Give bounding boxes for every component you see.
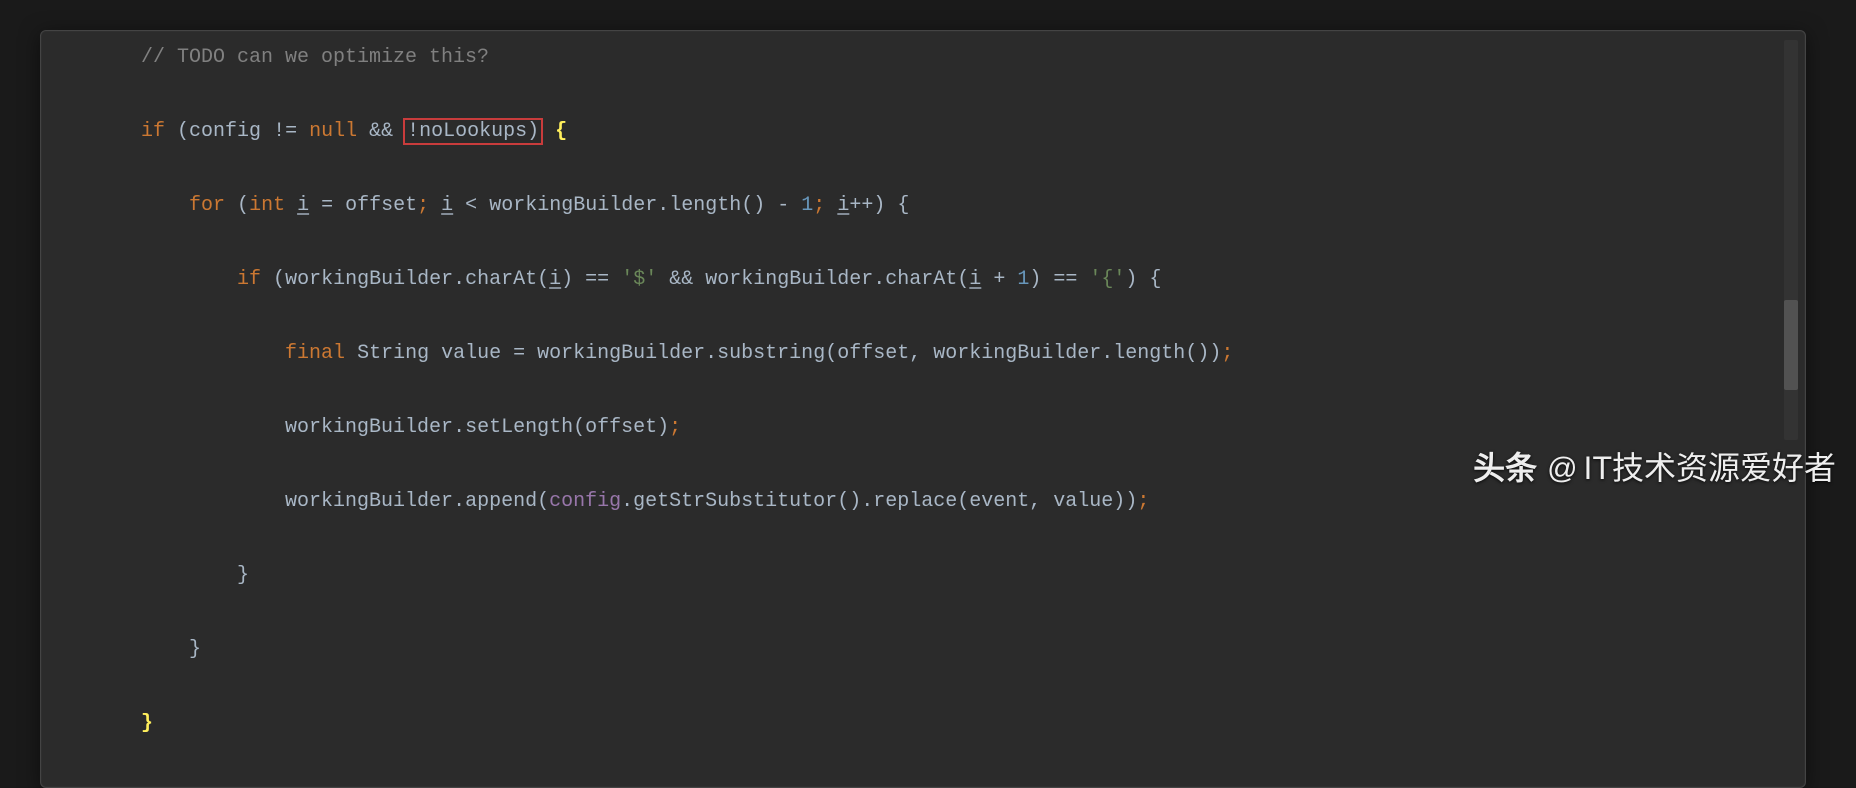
method-length: length [669, 194, 741, 217]
watermark: 头条 @ IT技术资源爱好者 [1473, 439, 1836, 498]
string-brace: '{' [1089, 268, 1125, 291]
scrollbar-track[interactable] [1784, 40, 1798, 440]
var-offset: offset [345, 194, 417, 217]
comment-line: // TODO can we optimize this? [141, 46, 489, 69]
keyword-int: int [249, 194, 285, 217]
watermark-at: @ [1547, 441, 1577, 497]
string-dollar: '$' [621, 268, 657, 291]
scrollbar-thumb[interactable] [1784, 300, 1798, 390]
brace-close: } [189, 638, 201, 661]
method-substring: substring [717, 342, 825, 365]
highlight-box: !noLookups) [403, 118, 543, 145]
brace-open: { [543, 120, 567, 143]
keyword-final: final [285, 342, 345, 365]
watermark-author: IT技术资源爱好者 [1584, 439, 1836, 498]
method-charAt: charAt [465, 268, 537, 291]
type-String: String [357, 342, 429, 365]
keyword-null: null [309, 120, 357, 143]
keyword-for: for [189, 194, 225, 217]
keyword-if: if [237, 268, 261, 291]
var-config: config [189, 120, 261, 143]
method-setLength: setLength [465, 416, 573, 439]
brace-close: } [237, 564, 249, 587]
var-noLookups: noLookups [419, 120, 527, 143]
watermark-logo: 头条 [1473, 439, 1537, 498]
var-value: value [441, 342, 501, 365]
var-i: i [297, 194, 309, 217]
var-workingBuilder: workingBuilder [489, 194, 657, 217]
brace-close-highlight: } [141, 712, 153, 735]
code-editor[interactable]: // TODO can we optimize this? if (config… [40, 30, 1806, 788]
code-block: // TODO can we optimize this? if (config… [61, 39, 1805, 779]
keyword-if: if [141, 120, 165, 143]
